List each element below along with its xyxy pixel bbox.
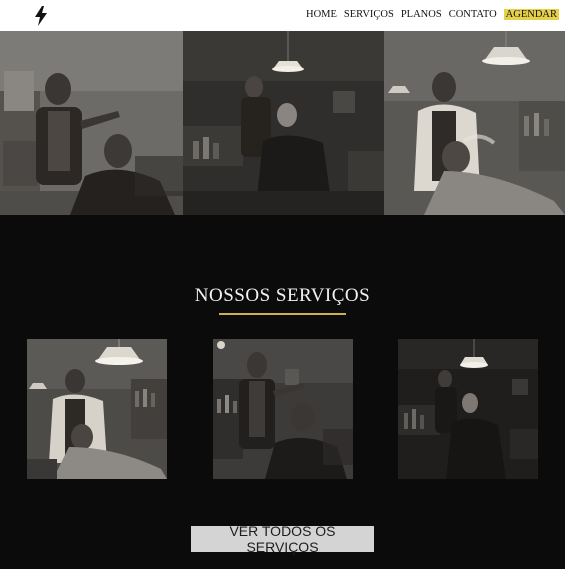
hero-image-barber-cutting (0, 31, 183, 215)
hero-gallery (0, 31, 565, 215)
nav-servicos[interactable]: SERVIÇOS (344, 9, 394, 20)
hero-image-barber-shaving (384, 31, 565, 215)
service-card-shaving[interactable] (27, 339, 167, 479)
nav-links: HOME SERVIÇOS PLANOS CONTATO AGENDAR (306, 9, 559, 20)
service-card-haircut[interactable] (213, 339, 353, 479)
nav-contato[interactable]: CONTATO (449, 9, 497, 20)
services-title: NOSSOS SERVIÇOS (194, 285, 371, 306)
service-card-trimming[interactable] (398, 339, 538, 479)
view-all-services-button[interactable]: VER TODOS OS SERVIÇOS (191, 523, 374, 555)
title-underline (219, 313, 346, 315)
services-section: NOSSOS SERVIÇOS VER TODOS OS SERVIÇOS (0, 215, 565, 569)
nav-agendar-button[interactable]: AGENDAR (503, 9, 559, 20)
lightning-bolt-icon[interactable] (34, 6, 48, 26)
nav-home[interactable]: HOME (306, 9, 337, 20)
hero-image-barber-trimming (183, 31, 384, 215)
navbar: HOME SERVIÇOS PLANOS CONTATO AGENDAR (0, 0, 565, 31)
nav-planos[interactable]: PLANOS (401, 9, 442, 20)
